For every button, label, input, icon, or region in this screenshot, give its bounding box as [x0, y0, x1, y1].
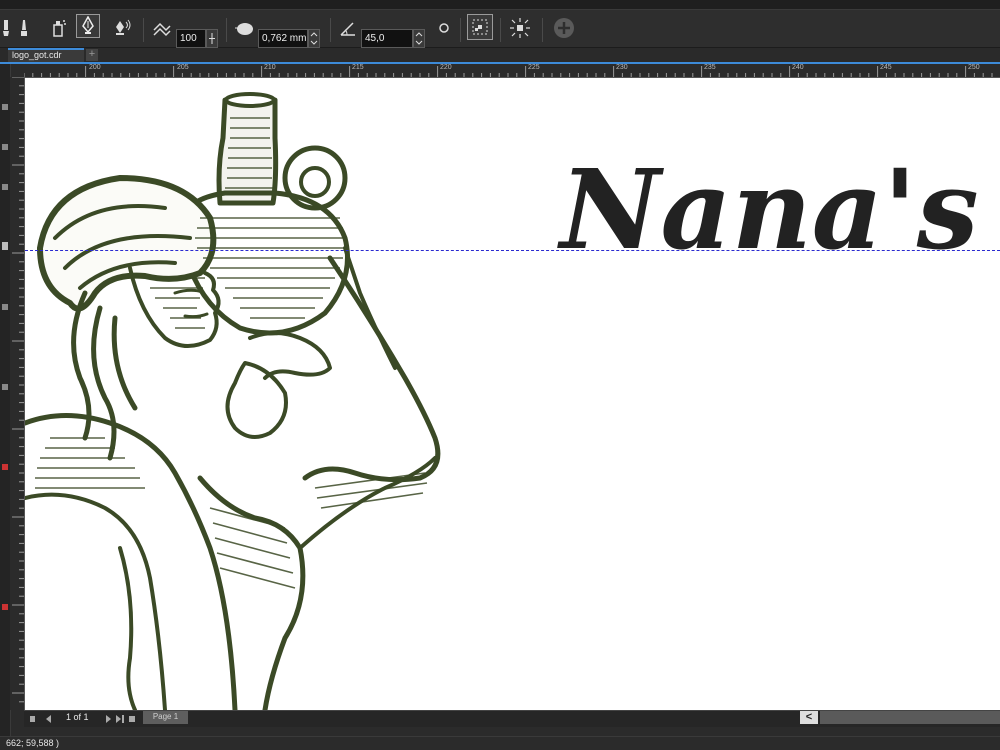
- add-tab-button[interactable]: +: [86, 49, 98, 61]
- property-bar: 100 0,762 mm 45,0: [0, 10, 1000, 48]
- tool-artistic-media-icon[interactable]: [2, 242, 8, 250]
- tool-shape-icon[interactable]: [2, 144, 8, 150]
- width-input[interactable]: 0,762 mm: [258, 29, 308, 48]
- ruler-label: 220: [440, 64, 452, 71]
- circle-icon[interactable]: [432, 16, 456, 40]
- drawing-page[interactable]: Nana's: [25, 78, 1000, 710]
- ruler-label: 205: [177, 64, 189, 71]
- page-count: 1 of 1: [66, 712, 89, 722]
- horizontal-guideline[interactable]: [25, 250, 1000, 251]
- calligraphic-icon[interactable]: [110, 16, 134, 40]
- ruler-label: 210: [264, 64, 276, 71]
- sprayer-icon[interactable]: [46, 16, 70, 40]
- separator: [226, 18, 227, 42]
- tool-fill-icon[interactable]: [2, 464, 8, 470]
- previous-page-icon: [46, 715, 51, 723]
- woman-with-jug-illustration[interactable]: Nana's: [25, 78, 1000, 710]
- add-page-icon: [129, 716, 135, 722]
- smoothing-slider-button[interactable]: [206, 29, 218, 48]
- page-tab[interactable]: Page 1: [143, 711, 188, 724]
- ruler-ticks: [12, 77, 24, 703]
- document-tab-bar: [0, 48, 1000, 62]
- add-icon[interactable]: [552, 16, 576, 40]
- smoothing-input[interactable]: 100: [176, 29, 206, 48]
- ruler-label: 250: [968, 64, 980, 71]
- horizontal-scrollbar[interactable]: [820, 711, 1000, 724]
- next-page-icon: [106, 715, 111, 723]
- ruler-label: 235: [704, 64, 716, 71]
- ruler-label: 245: [880, 64, 892, 71]
- width-spinner[interactable]: [308, 29, 320, 48]
- separator: [143, 18, 144, 42]
- separator: [330, 18, 331, 42]
- ruler-label: 225: [528, 64, 540, 71]
- last-page-icon: [116, 715, 124, 723]
- tool-crop-icon[interactable]: [2, 184, 8, 190]
- ruler-label: 230: [616, 64, 628, 71]
- separator: [460, 18, 461, 42]
- ruler-label: 200: [89, 64, 101, 71]
- angle-icon: [336, 16, 360, 40]
- horizontal-ruler[interactable]: 200 205 210 215 220 225 230 235 240 245 …: [24, 64, 1000, 78]
- ruler-label: 215: [352, 64, 364, 71]
- separator: [542, 18, 543, 42]
- ruler-label: 240: [792, 64, 804, 71]
- scroll-left-button[interactable]: <: [800, 711, 818, 724]
- preset-icon[interactable]: [12, 16, 36, 40]
- tool-text-icon[interactable]: [2, 384, 8, 390]
- angle-input[interactable]: 45,0: [361, 29, 413, 48]
- frame-icon[interactable]: [467, 14, 493, 40]
- smoothing-icon: [150, 16, 174, 40]
- first-page-icon: [30, 716, 35, 722]
- tool-rectangle-icon[interactable]: [2, 304, 8, 310]
- pen-nib-icon[interactable]: [76, 14, 100, 38]
- status-bar: 662; 59,588 ): [0, 736, 1000, 750]
- tool-pick-icon[interactable]: [2, 104, 8, 110]
- scatter-icon[interactable]: [508, 16, 532, 40]
- nanas-logo-text[interactable]: Nana's: [557, 145, 979, 274]
- document-tab[interactable]: logo_got.cdr: [8, 48, 84, 62]
- title-strip: [0, 0, 1000, 10]
- angle-spinner[interactable]: [413, 29, 425, 48]
- vertical-ruler[interactable]: [10, 77, 25, 710]
- ruler-ticks: [24, 66, 993, 77]
- separator: [500, 18, 501, 42]
- width-nib-icon: [232, 16, 256, 40]
- cursor-coordinates: 662; 59,588 ): [6, 738, 60, 748]
- tool-outline-icon[interactable]: [2, 604, 8, 610]
